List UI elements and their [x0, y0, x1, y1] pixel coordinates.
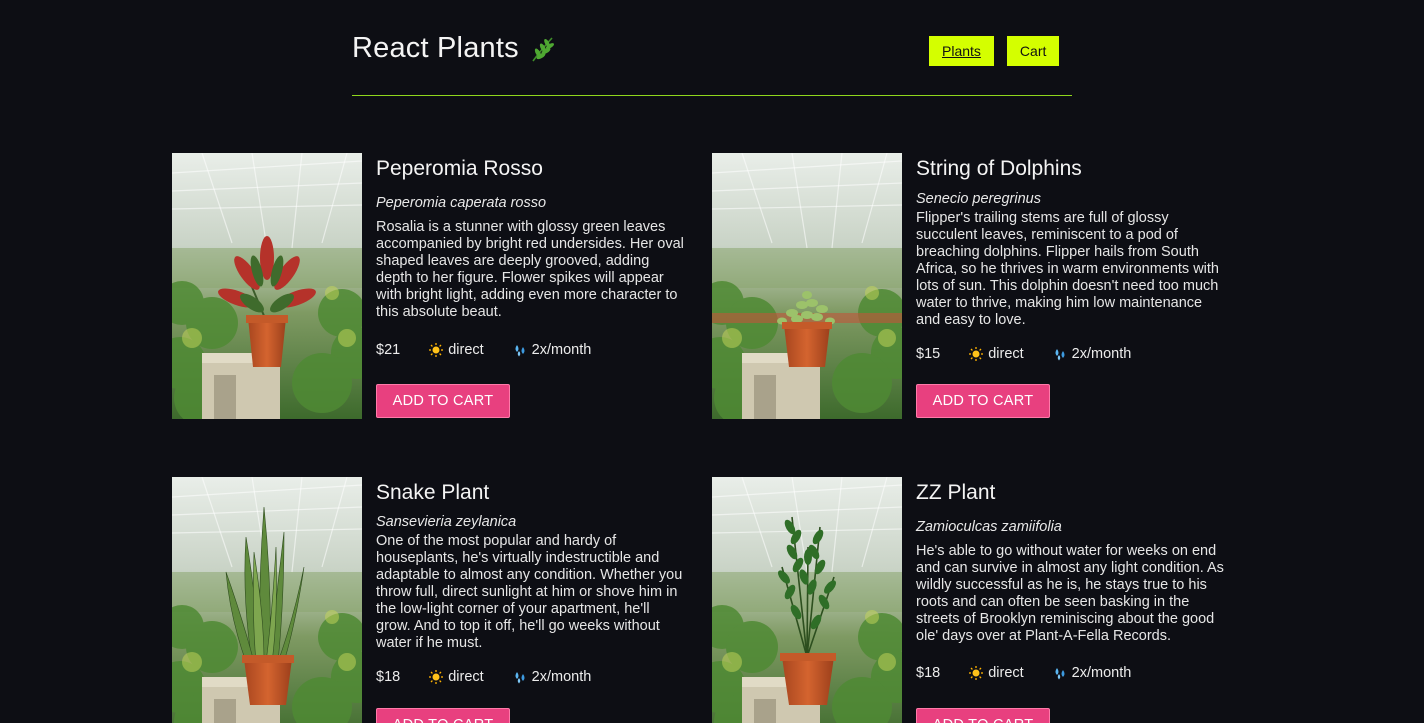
- botanical-name: Senecio peregrinus: [916, 191, 1041, 207]
- botanical-name: Sansevieria zeylanica: [376, 514, 517, 530]
- plant-card: Snake Plant Sansevieria zeylanica One of…: [172, 477, 692, 723]
- water-label: 2x/month: [1071, 346, 1132, 362]
- plant-card: Peperomia Rosso Peperomia caperata rosso…: [172, 153, 692, 419]
- sun-icon: [429, 343, 444, 357]
- plant-description: One of the most popular and hardy of hou…: [376, 533, 683, 651]
- light-label: direct: [988, 665, 1024, 681]
- water-drops-icon: [1055, 349, 1065, 361]
- plant-info: Snake Plant Sansevieria zeylanica One of…: [376, 477, 686, 652]
- light-requirement: direct: [429, 669, 484, 685]
- price: $18: [376, 669, 401, 685]
- light-requirement: direct: [969, 346, 1024, 362]
- plant-meta: $21 direct 2x/month: [376, 342, 591, 358]
- plant-description: Flipper's trailing stems are full of glo…: [916, 210, 1219, 328]
- top-navigation: React Plants Plants Cart: [352, 0, 1072, 96]
- water-label: 2x/month: [1071, 665, 1132, 681]
- sun-icon: [969, 666, 984, 680]
- botanical-name: Zamioculcas zamiifolia: [916, 519, 1062, 535]
- sun-icon: [429, 670, 444, 684]
- plant-card: String of Dolphins Senecio peregrinus Fl…: [712, 153, 1232, 419]
- plant-meta: $18 direct 2x/month: [376, 669, 591, 685]
- nav-plants-button[interactable]: Plants: [929, 36, 994, 66]
- plant-info: ZZ Plant Zamioculcas zamiifolia He's abl…: [916, 477, 1226, 645]
- nav-cart-label: Cart: [1019, 43, 1047, 59]
- water-requirement: 2x/month: [513, 669, 592, 685]
- plant-name[interactable]: Snake Plant: [376, 480, 686, 506]
- plant-name[interactable]: ZZ Plant: [916, 480, 1226, 506]
- price: $18: [916, 665, 941, 681]
- app-title: React Plants: [352, 32, 519, 64]
- water-label: 2x/month: [531, 669, 592, 685]
- water-requirement: 2x/month: [1053, 346, 1132, 362]
- brand[interactable]: React Plants: [352, 32, 557, 65]
- main-nav: Plants Cart: [929, 36, 1060, 66]
- water-requirement: 2x/month: [513, 342, 592, 358]
- sun-icon: [969, 347, 984, 361]
- plant-info: Peperomia Rosso Peperomia caperata rosso…: [376, 153, 686, 321]
- water-drops-icon: [1055, 668, 1065, 680]
- app-page: React Plants Plants Cart Peperomia Rosso…: [0, 0, 1424, 723]
- plant-description: He's able to go without water for weeks …: [916, 543, 1224, 644]
- add-to-cart-button[interactable]: ADD TO CART: [916, 384, 1050, 418]
- plant-photo[interactable]: [172, 477, 362, 723]
- leaf-icon: [532, 36, 554, 61]
- light-label: direct: [988, 346, 1024, 362]
- light-label: direct: [448, 669, 484, 685]
- water-drops-icon: [515, 672, 525, 684]
- add-to-cart-button[interactable]: ADD TO CART: [916, 708, 1050, 723]
- plant-photo[interactable]: [712, 153, 902, 419]
- nav-plants-label: Plants: [942, 43, 981, 59]
- plant-photo[interactable]: [172, 153, 362, 419]
- plant-meta: $15 direct 2x/month: [916, 346, 1131, 362]
- nav-cart-button[interactable]: Cart: [1006, 36, 1060, 66]
- plant-meta: $18 direct 2x/month: [916, 665, 1131, 681]
- water-label: 2x/month: [531, 342, 592, 358]
- price: $21: [376, 342, 401, 358]
- plant-name[interactable]: Peperomia Rosso: [376, 156, 686, 182]
- plant-info: String of Dolphins Senecio peregrinus Fl…: [916, 153, 1226, 329]
- plant-name[interactable]: String of Dolphins: [916, 156, 1226, 182]
- plant-card: ZZ Plant Zamioculcas zamiifolia He's abl…: [712, 477, 1232, 723]
- plant-description: Rosalia is a stunner with glossy green l…: [376, 219, 684, 320]
- add-to-cart-button[interactable]: ADD TO CART: [376, 384, 510, 418]
- light-label: direct: [448, 342, 484, 358]
- light-requirement: direct: [429, 342, 484, 358]
- add-to-cart-button[interactable]: ADD TO CART: [376, 708, 510, 723]
- water-drops-icon: [515, 345, 525, 357]
- botanical-name: Peperomia caperata rosso: [376, 195, 547, 211]
- water-requirement: 2x/month: [1053, 665, 1132, 681]
- light-requirement: direct: [969, 665, 1024, 681]
- price: $15: [916, 346, 941, 362]
- plant-photo[interactable]: [712, 477, 902, 723]
